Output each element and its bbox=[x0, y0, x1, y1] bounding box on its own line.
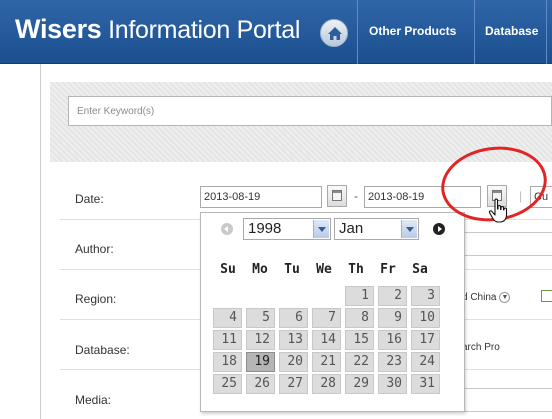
weekday-label: Sa bbox=[412, 262, 428, 277]
date-from-calendar-button[interactable] bbox=[327, 185, 347, 207]
weekday-label: Th bbox=[348, 262, 364, 277]
calendar-day-cell[interactable]: 23 bbox=[378, 352, 407, 372]
calendar-day-cell[interactable]: 3 bbox=[411, 286, 440, 306]
calendar-day-cell[interactable]: 11 bbox=[213, 330, 242, 350]
calendar-day-cell[interactable]: 16 bbox=[378, 330, 407, 350]
next-month-icon[interactable] bbox=[433, 223, 445, 235]
region-select[interactable]: d China ▼ bbox=[462, 292, 511, 304]
calendar-icon bbox=[332, 190, 342, 201]
month-select-value: Jan bbox=[339, 220, 364, 237]
calendar-empty-cell bbox=[312, 286, 341, 306]
date-from-input[interactable]: 2013-08-19 bbox=[200, 186, 322, 208]
nav-other-products[interactable]: Other Products bbox=[369, 24, 456, 38]
calendar-day-cell[interactable]: 7 bbox=[312, 308, 341, 328]
calendar-day-cell[interactable]: 14 bbox=[312, 330, 341, 350]
calendar-day-cell[interactable]: 28 bbox=[312, 374, 341, 394]
media-input[interactable] bbox=[463, 388, 552, 412]
calendar-day-cell[interactable]: 26 bbox=[246, 374, 275, 394]
calendar-day-cell[interactable]: 31 bbox=[411, 374, 440, 394]
author-input[interactable] bbox=[463, 232, 552, 256]
date-range-separator: - bbox=[354, 189, 358, 203]
portal-title-rest: Information Portal bbox=[101, 16, 301, 44]
portal-title: Wisers Information Portal bbox=[15, 14, 300, 45]
header-divider bbox=[474, 0, 475, 64]
database-label: Database: bbox=[75, 343, 130, 357]
calendar-day-cell[interactable]: 21 bbox=[312, 352, 341, 372]
calendar-day-cell[interactable]: 2 bbox=[378, 286, 407, 306]
year-select-value: 1998 bbox=[248, 220, 282, 237]
calendar-day-cell[interactable]: 8 bbox=[345, 308, 374, 328]
calendar-day-cell[interactable]: 15 bbox=[345, 330, 374, 350]
calendar-empty-cell bbox=[246, 286, 275, 306]
prev-month-icon[interactable] bbox=[221, 223, 233, 235]
database-option[interactable]: arch Pro bbox=[462, 342, 500, 353]
weekday-label: We bbox=[316, 262, 332, 277]
calendar-day-cell[interactable]: 25 bbox=[213, 374, 242, 394]
calendar-empty-cell bbox=[213, 286, 242, 306]
calendar-day-cell[interactable]: 12 bbox=[246, 330, 275, 350]
calendar-day-cell[interactable]: 27 bbox=[279, 374, 308, 394]
calendar-day-cell[interactable]: 1 bbox=[345, 286, 374, 306]
calendar-day-cell[interactable]: 18 bbox=[213, 352, 242, 372]
calendar-day-cell[interactable]: 10 bbox=[411, 308, 440, 328]
top-header-bar: Wisers Information Portal Other Products… bbox=[0, 0, 552, 64]
year-select[interactable]: 1998 bbox=[243, 218, 331, 240]
author-label: Author: bbox=[75, 242, 114, 256]
calendar-day-cell[interactable]: 22 bbox=[345, 352, 374, 372]
month-select[interactable]: Jan bbox=[334, 218, 419, 240]
calendar-day-cell[interactable]: 5 bbox=[246, 308, 275, 328]
nav-database[interactable]: Database bbox=[485, 24, 538, 38]
home-icon bbox=[328, 27, 342, 40]
portal-title-brand: Wisers bbox=[15, 14, 102, 44]
header-divider bbox=[546, 0, 547, 64]
calendar-day-cell[interactable]: 19 bbox=[246, 352, 275, 372]
calendar-day-cell[interactable]: 30 bbox=[378, 374, 407, 394]
region-label: Region: bbox=[75, 292, 117, 306]
chevron-down-icon bbox=[313, 220, 329, 238]
region-checkbox[interactable] bbox=[541, 290, 552, 302]
keyword-search-input[interactable] bbox=[68, 96, 552, 126]
calendar-day-cell[interactable]: 9 bbox=[378, 308, 407, 328]
media-label: Media: bbox=[75, 393, 112, 407]
calendar-day-cell[interactable]: 4 bbox=[213, 308, 242, 328]
date-label: Date: bbox=[75, 192, 104, 206]
calendar-day-cell[interactable]: 20 bbox=[279, 352, 308, 372]
home-button[interactable] bbox=[320, 19, 348, 47]
calendar-day-cell[interactable]: 29 bbox=[345, 374, 374, 394]
hand-pointer-icon bbox=[488, 198, 508, 223]
weekday-label: Su bbox=[220, 262, 236, 277]
region-select-label: d China bbox=[462, 292, 497, 304]
calendar-day-cell[interactable]: 17 bbox=[411, 330, 440, 350]
chevron-down-icon bbox=[401, 220, 417, 238]
chevron-down-icon: ▼ bbox=[499, 292, 511, 303]
weekday-label: Tu bbox=[284, 262, 300, 277]
header-divider bbox=[357, 0, 358, 64]
calendar-day-cell[interactable]: 6 bbox=[279, 308, 308, 328]
calendar-day-cell[interactable]: 13 bbox=[279, 330, 308, 350]
calendar-empty-cell bbox=[279, 286, 308, 306]
weekday-label: Mo bbox=[252, 262, 268, 277]
calendar-day-cell[interactable]: 24 bbox=[411, 352, 440, 372]
weekday-label: Fr bbox=[380, 262, 396, 277]
